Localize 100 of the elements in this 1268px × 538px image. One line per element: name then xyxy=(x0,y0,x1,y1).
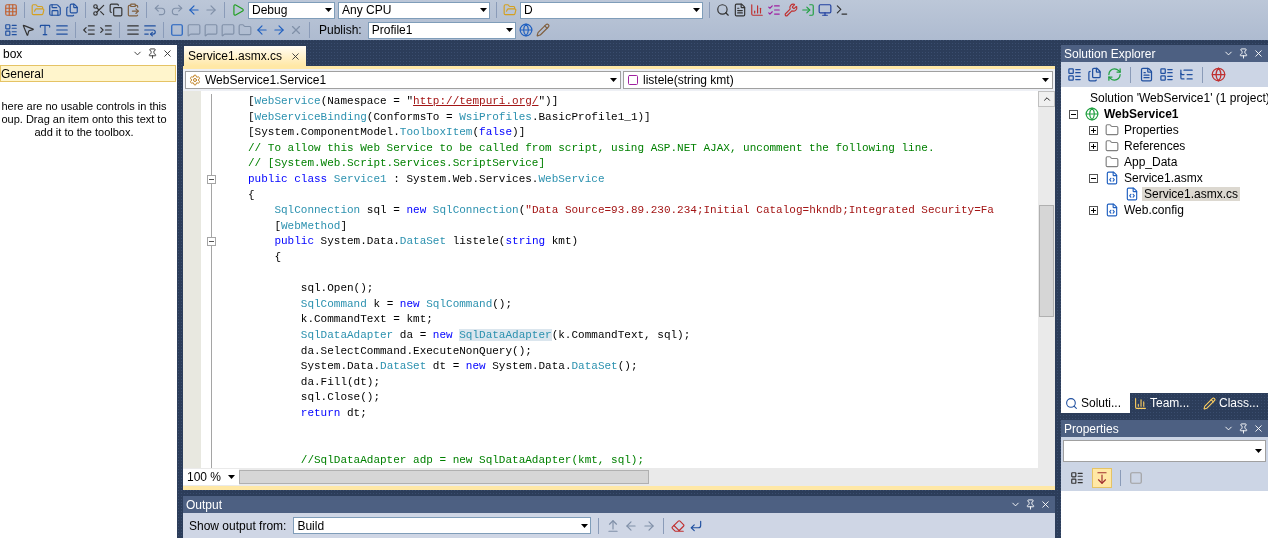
toolbox-group-header[interactable]: General xyxy=(0,65,176,82)
pointer-icon[interactable] xyxy=(21,23,35,37)
type-dropdown[interactable]: WebService1.Service1 xyxy=(185,71,621,89)
expand-toggle[interactable] xyxy=(1069,109,1078,119)
fold-toggle[interactable] xyxy=(207,237,216,247)
document-icon[interactable] xyxy=(1139,67,1154,82)
files-icon[interactable] xyxy=(1087,67,1102,82)
caret-icon xyxy=(228,475,235,479)
globe-icon xyxy=(1085,107,1099,121)
disks-icon[interactable] xyxy=(65,3,79,17)
zoom-dropdown[interactable]: 100 % xyxy=(183,469,239,485)
code-line: SqlDataAdapter da = new SqlDataAdapter(k.CommandText, sql); xyxy=(299,327,691,343)
wrap-icon[interactable] xyxy=(143,23,157,37)
folder-icon xyxy=(1105,139,1119,153)
text-icon[interactable] xyxy=(38,23,52,37)
close-icon[interactable] xyxy=(290,50,302,62)
alphabetical-button[interactable] xyxy=(1092,468,1112,488)
close-icon[interactable] xyxy=(1253,423,1264,434)
tree-item[interactable]: Properties xyxy=(1122,123,1181,137)
publish-profile-dropdown[interactable]: Profile1 xyxy=(367,21,516,39)
code-line: { xyxy=(248,187,255,203)
find-field[interactable]: D xyxy=(520,1,703,19)
caret-icon xyxy=(505,28,513,32)
build-config-dropdown[interactable]: Debug xyxy=(248,1,335,19)
expand-toggle[interactable] xyxy=(1089,125,1098,135)
output-source-dropdown[interactable]: Build xyxy=(293,517,592,534)
search-icon[interactable] xyxy=(716,3,730,17)
lines-icon[interactable] xyxy=(55,23,69,37)
minus-icon xyxy=(1071,111,1076,117)
platform-dropdown[interactable]: Any CPU xyxy=(338,1,490,19)
expand-toggle[interactable] xyxy=(1089,141,1098,151)
object-dropdown[interactable] xyxy=(1063,440,1266,462)
plus-icon xyxy=(1091,127,1096,133)
wrench-icon[interactable] xyxy=(784,3,798,17)
globe-icon[interactable] xyxy=(1211,67,1226,82)
rectangle-icon[interactable] xyxy=(170,23,184,37)
scissors-icon[interactable] xyxy=(92,3,106,17)
pin-icon[interactable] xyxy=(1238,423,1249,434)
clipboard-icon[interactable] xyxy=(126,3,140,17)
expand-toggle[interactable] xyxy=(1089,173,1098,183)
panel-tab[interactable]: Soluti... xyxy=(1061,393,1130,413)
document-icon[interactable] xyxy=(733,3,747,17)
panel-tab[interactable]: Class... xyxy=(1199,393,1268,413)
tree-item[interactable]: WebService1 xyxy=(1102,107,1181,121)
left-arrow-icon[interactable] xyxy=(187,3,201,17)
close-icon[interactable] xyxy=(1253,48,1264,59)
tree-item[interactable]: Service1.asmx.cs xyxy=(1142,187,1241,201)
outdent-icon[interactable] xyxy=(82,23,96,37)
tree-item[interactable]: References xyxy=(1122,139,1188,153)
fold-toggle[interactable] xyxy=(207,174,216,184)
terminal-icon[interactable] xyxy=(835,3,849,17)
pin-icon[interactable] xyxy=(1238,48,1249,59)
list-icon[interactable] xyxy=(1067,67,1082,82)
code-line: { xyxy=(273,249,281,265)
code-line: sql.Close(); xyxy=(299,390,381,406)
code-line: SqlCommand k = new SqlCommand(); xyxy=(299,296,513,312)
list-icon[interactable] xyxy=(4,23,18,37)
globe-icon[interactable] xyxy=(518,23,533,37)
save-icon[interactable] xyxy=(48,3,62,17)
code-line: da.Fill(dt); xyxy=(299,374,381,390)
pin-icon[interactable] xyxy=(1025,499,1036,510)
bar-chart-icon[interactable] xyxy=(750,3,764,17)
caret-icon xyxy=(1042,78,1049,82)
code-line: [WebServiceBinding(ConformsTo = WsiProfiles.BasicProfile1_1)] xyxy=(248,109,651,125)
caret-icon xyxy=(610,78,617,82)
tree-item[interactable]: Web.config xyxy=(1122,203,1186,217)
word-wrap-icon[interactable] xyxy=(689,518,704,533)
file-icon xyxy=(1105,171,1119,185)
panel-title: Output xyxy=(186,497,223,512)
publish-label: Publish: xyxy=(319,23,362,37)
align-icon[interactable] xyxy=(126,23,140,37)
minus-icon xyxy=(1091,175,1096,181)
checklist-icon[interactable] xyxy=(767,3,781,17)
folder-icon xyxy=(1105,155,1119,169)
refresh-icon[interactable] xyxy=(1107,67,1122,82)
copy-icon[interactable] xyxy=(109,3,123,17)
right-arrow-icon[interactable] xyxy=(642,518,657,533)
close-icon[interactable] xyxy=(1040,499,1051,510)
tree-item[interactable]: App_Data xyxy=(1122,155,1180,169)
monitor-icon[interactable] xyxy=(818,3,832,17)
code-line: k.CommandText = kmt; xyxy=(299,312,433,328)
code-line: SqlConnection sql = new SqlConnection("Data Source=93.89.230.234;Initial Catalog=hkndb;Integrated Security=Fa xyxy=(273,203,994,219)
grid-icon[interactable] xyxy=(4,3,18,17)
close-icon[interactable] xyxy=(162,48,173,59)
pin-icon[interactable] xyxy=(147,48,158,59)
code-line: sql.Open(); xyxy=(299,281,374,297)
code-line: [WebService(Namespace = "http://tempuri.org/")] xyxy=(248,94,559,109)
empty-toolbox-message: here are no usable controls in this oup. Drag an item onto this text to add it to the toolbox. xyxy=(0,100,168,139)
vertical-scrollbar[interactable] xyxy=(1038,91,1055,468)
arrow-up-icon[interactable] xyxy=(606,518,621,533)
output-source-label: Show output from: xyxy=(189,518,287,533)
caret-icon xyxy=(1255,449,1262,453)
expand-toggle[interactable] xyxy=(1089,205,1098,215)
clear-icon[interactable] xyxy=(671,518,686,533)
pencil-icon[interactable] xyxy=(535,23,550,37)
member-dropdown[interactable]: listele(string kmt) xyxy=(623,71,1053,89)
tree-item[interactable]: Service1.asmx xyxy=(1122,171,1205,185)
document-tab[interactable]: Service1.asmx.cs xyxy=(184,46,307,66)
panel-tab[interactable]: Team... xyxy=(1130,393,1199,413)
indent-icon[interactable] xyxy=(99,23,113,37)
